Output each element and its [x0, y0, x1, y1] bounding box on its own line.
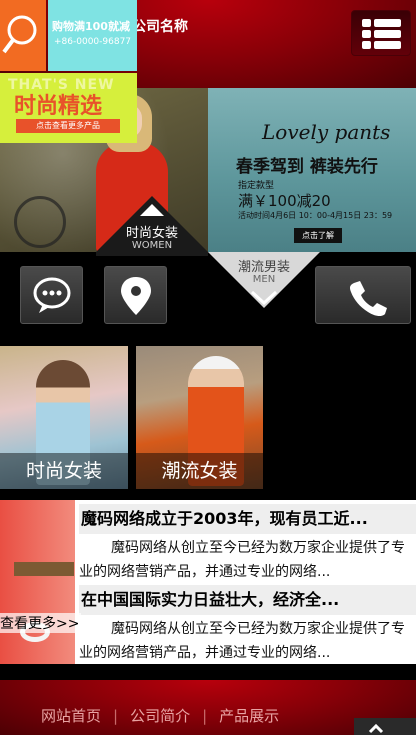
news-item-2[interactable]: 在中国国际实力日益壮大，经济全... 魔码网络从创立至今已经为数万家企业提供了专…: [79, 585, 416, 665]
banner-slogan: 春季驾到 裤装先行: [236, 157, 378, 177]
promo-lime-block: THAT'S NEW 时尚精选 点击查看更多产品: [0, 73, 137, 143]
footer-divider: |: [113, 707, 119, 725]
chat-bubble-icon: [33, 277, 71, 313]
promo-view-more-button[interactable]: 点击查看更多产品: [16, 119, 120, 133]
tile-trend-women-caption: 潮流女装: [136, 453, 263, 489]
tile-trend-women[interactable]: 潮流女装: [136, 346, 263, 489]
footer-divider: |: [202, 707, 208, 725]
news-body-1: 魔码网络从创立至今已经为数万家企业提供了专业的网络营销产品，并通过专业的网络..…: [79, 540, 405, 580]
tab-women-sub: WOMEN: [131, 240, 173, 251]
news-section: 魔码网络成立于2003年，现有员工近... 魔码网络从创立至今已经为数万家企业提…: [0, 500, 416, 664]
promo-cyan-block: 购物满100就减 +86-0000-96877: [48, 0, 137, 71]
chevron-up-icon: [368, 723, 384, 734]
tile-fashion-women-caption: 时尚女装: [0, 453, 128, 489]
tab-women-label: 时尚女装: [125, 226, 178, 241]
tab-women[interactable]: 时尚女装 WOMEN: [96, 196, 208, 256]
promo-phone-text: +86-0000-96877: [54, 37, 132, 47]
promo-orange-block: [0, 0, 46, 71]
menu-icon: [362, 19, 401, 27]
tab-men-label: 潮流男装: [237, 260, 290, 275]
news-item-1[interactable]: 魔码网络成立于2003年，现有员工近... 魔码网络从创立至今已经为数万家企业提…: [79, 504, 416, 588]
news-more-link[interactable]: 查看更多>>: [0, 613, 82, 633]
news-image: [0, 500, 75, 664]
news-title-2[interactable]: 在中国国际实力日益壮大，经济全...: [79, 585, 416, 615]
banner-offer: 满￥100减20: [238, 192, 331, 210]
menu-button[interactable]: [351, 10, 411, 56]
phone-icon: [350, 281, 387, 317]
tab-men[interactable]: 潮流男装 MEN: [208, 252, 320, 310]
promo-featured-title: 时尚精选: [14, 94, 103, 119]
search-icon: [2, 15, 37, 54]
message-button[interactable]: [20, 266, 83, 324]
news-body-2: 魔码网络从创立至今已经为数万家企业提供了专业的网络营销产品，并通过专业的网络..…: [79, 621, 405, 661]
promo-discount-text: 购物满100就减: [52, 20, 130, 33]
back-to-top-button[interactable]: [354, 718, 416, 735]
footer-link-products[interactable]: 产品展示: [219, 705, 279, 726]
news-title-1[interactable]: 魔码网络成立于2003年，现有员工近...: [79, 504, 416, 534]
footer-link-about[interactable]: 公司简介: [130, 705, 190, 726]
tile-fashion-women[interactable]: 时尚女装: [0, 346, 128, 489]
banner-text-panel: Lovely pants 春季驾到 裤装先行 指定款型 满￥100减20 活动时…: [208, 88, 416, 252]
banner-dates: 活动时间4月6日 10：00-4月15日 23：59: [238, 211, 393, 220]
footer-link-home[interactable]: 网站首页: [41, 705, 101, 726]
location-button[interactable]: [104, 266, 167, 324]
map-pin-icon: [121, 277, 151, 315]
banner-headline: Lovely pants: [262, 120, 391, 144]
footer-nav: 网站首页 | 公司简介 | 产品展示: [41, 705, 279, 726]
banner-learn-more-button[interactable]: 点击了解: [294, 228, 342, 243]
tab-men-sub: MEN: [252, 274, 276, 285]
phone-button[interactable]: [315, 266, 411, 324]
